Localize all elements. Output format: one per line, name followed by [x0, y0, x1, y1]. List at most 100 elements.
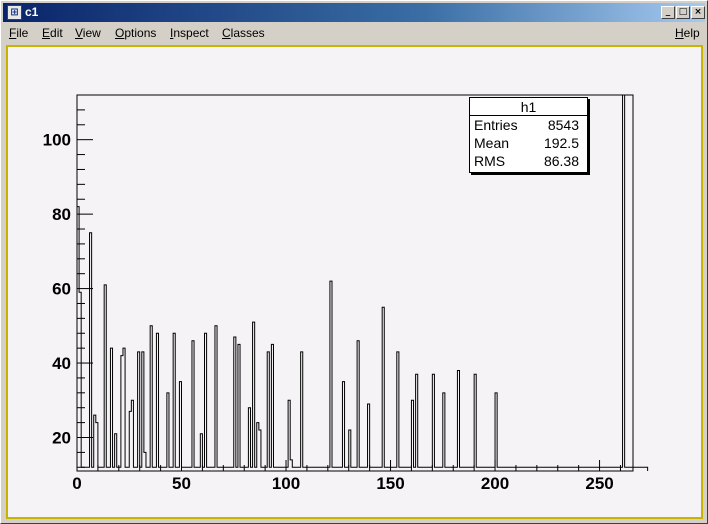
stats-title: h1 — [470, 98, 587, 116]
histogram-bin — [414, 467, 416, 471]
histogram-bin — [194, 467, 196, 471]
histogram-bin — [184, 467, 186, 471]
histogram-bin — [261, 467, 263, 471]
histogram-bin — [547, 467, 549, 471]
histogram-bin — [292, 467, 294, 471]
histogram-bin — [311, 467, 313, 471]
histogram-bin — [460, 467, 462, 471]
histogram-bin — [186, 467, 188, 471]
x-tick-label: 100 — [272, 474, 300, 493]
histogram-bin — [393, 467, 395, 471]
tick-labels: 0 50 100 150 200 250 20 40 60 80 100 — [43, 131, 614, 493]
histogram-bin — [551, 467, 553, 471]
histogram-bin — [585, 467, 587, 471]
histogram-bin — [470, 467, 472, 471]
histogram-bin — [309, 467, 311, 471]
histogram-bin — [616, 467, 618, 471]
histogram-bin — [269, 467, 271, 471]
histogram-bin — [420, 467, 422, 471]
histogram-bin — [464, 467, 466, 471]
histogram-bin — [92, 467, 94, 471]
y-tick-label: 20 — [52, 428, 71, 447]
histogram-bin — [635, 467, 637, 471]
histogram-bin — [386, 467, 388, 471]
histogram-bin — [338, 467, 340, 471]
histogram-bin — [405, 467, 407, 471]
histogram-bin — [614, 467, 616, 471]
histogram-bin — [441, 467, 443, 471]
histogram-bin — [491, 467, 493, 471]
histogram-bin — [146, 467, 148, 471]
histogram-bin — [324, 467, 326, 471]
histogram-bin — [152, 467, 154, 471]
histogram-bin — [533, 467, 535, 471]
histogram-bin — [332, 467, 334, 471]
histogram-bin — [378, 467, 380, 471]
histogram-bin — [211, 467, 213, 471]
histogram-bin — [480, 467, 482, 471]
histogram-bin — [165, 467, 167, 471]
histogram-bin — [355, 467, 357, 471]
histogram-bin — [87, 467, 89, 471]
histogram-bin — [255, 467, 257, 471]
histogram-bin — [449, 467, 451, 471]
histogram-bin — [434, 467, 436, 471]
histogram-bin — [363, 467, 365, 471]
histogram-bin — [359, 467, 361, 471]
histogram-bin — [589, 467, 591, 471]
histogram-bin — [595, 467, 597, 471]
histogram-bin — [303, 467, 305, 471]
stats-row-rms: RMS 86.38 — [470, 152, 587, 170]
histogram-bin — [455, 467, 457, 471]
histogram-bin — [489, 467, 491, 471]
histogram-bin — [365, 467, 367, 471]
histogram-bin — [639, 467, 641, 471]
histogram-bin — [560, 467, 562, 471]
histogram-bin — [175, 467, 177, 471]
histogram-bin — [602, 467, 604, 471]
stats-box[interactable]: h1 Entries 8543 Mean 192.5 RMS 86.38 — [469, 97, 588, 173]
histogram-bin — [524, 467, 526, 471]
histogram-bin — [424, 467, 426, 471]
histogram-bin — [163, 467, 165, 471]
histogram-bin — [401, 467, 403, 471]
histogram-bin — [564, 467, 566, 471]
histogram-bin — [485, 467, 487, 471]
histogram-bin — [499, 467, 501, 471]
x-tick-label: 200 — [481, 474, 509, 493]
histogram-bin — [426, 467, 428, 471]
histogram-bin — [299, 467, 301, 471]
histogram-bin — [148, 467, 150, 471]
histogram-bin — [531, 467, 533, 471]
histogram-bin — [625, 467, 627, 471]
y-tick-label: 40 — [52, 354, 71, 373]
histogram-bin — [418, 467, 420, 471]
histogram-bin — [361, 467, 363, 471]
histogram-bin — [554, 467, 556, 471]
histogram-bin — [541, 467, 543, 471]
histogram-bin — [280, 467, 282, 471]
histogram-bin — [315, 467, 317, 471]
histogram-bin — [207, 467, 209, 471]
canvas-window: ⊞ c1 _ □ × File Edit View Options Inspec… — [0, 0, 708, 524]
histogram-bin — [403, 467, 405, 471]
histogram-bin — [629, 467, 631, 471]
histogram-bin — [487, 467, 489, 471]
histogram-bin — [236, 467, 238, 471]
histogram-bin — [407, 467, 409, 471]
histogram-bin — [276, 467, 278, 471]
histogram-bin — [196, 467, 198, 471]
histogram-bin — [562, 467, 564, 471]
histogram-bin — [154, 467, 156, 471]
histogram-bin — [604, 467, 606, 471]
histogram-bin — [643, 467, 645, 471]
histogram-bin — [439, 467, 441, 471]
histogram-bin — [422, 467, 424, 471]
histogram-bin — [483, 467, 485, 471]
histogram-bin — [113, 467, 115, 471]
histogram-bin — [395, 467, 397, 471]
y-tick-label: 60 — [52, 280, 71, 299]
histogram-bin — [177, 467, 179, 471]
histogram-bin — [273, 467, 275, 471]
histogram-bin — [313, 467, 315, 471]
